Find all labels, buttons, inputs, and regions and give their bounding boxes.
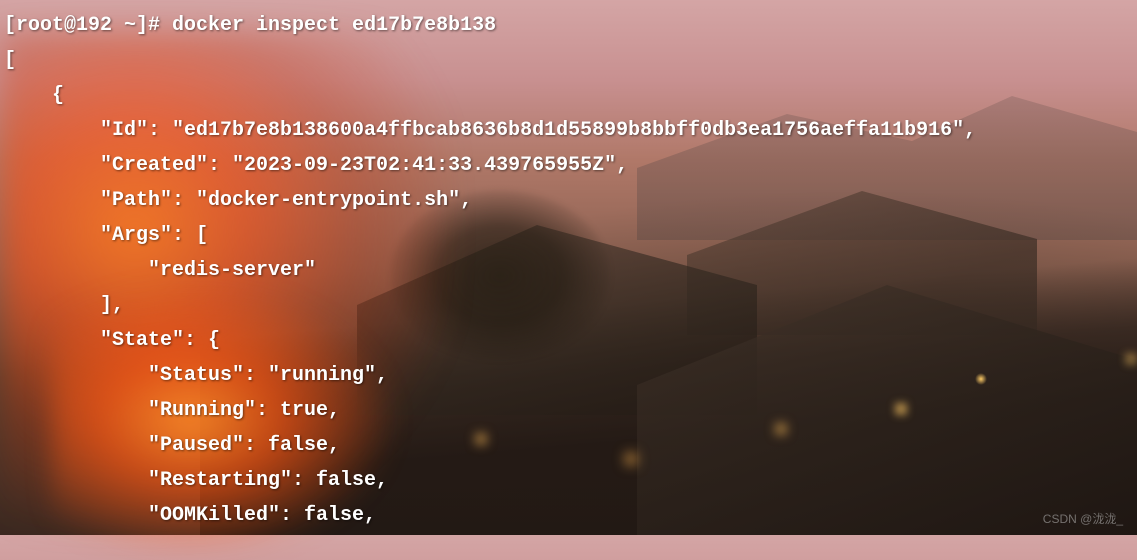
json-args-value: "redis-server" — [4, 259, 316, 282]
json-args-open: "Args": [ — [4, 224, 208, 247]
json-created-field: "Created": "2023-09-23T02:41:33.43976595… — [4, 154, 628, 177]
json-restarting-field: "Restarting": false, — [4, 469, 388, 492]
json-oomkilled-field: "OOMKilled": false, — [4, 504, 376, 527]
shell-prompt: [root@192 ~]# — [4, 14, 172, 37]
json-status-field: "Status": "running", — [4, 364, 388, 387]
terminal-output: [root@192 ~]# docker inspect ed17b7e8b13… — [0, 0, 1137, 541]
watermark-text: CSDN @泷泷_ — [1043, 510, 1123, 527]
json-args-close: ], — [4, 294, 124, 317]
shell-command: docker inspect ed17b7e8b138 — [172, 14, 496, 37]
json-state-open: "State": { — [4, 329, 220, 352]
json-object-open: { — [4, 84, 64, 107]
json-running-field: "Running": true, — [4, 399, 340, 422]
json-open-bracket: [ — [4, 49, 16, 72]
json-paused-field: "Paused": false, — [4, 434, 340, 457]
json-path-field: "Path": "docker-entrypoint.sh", — [4, 189, 472, 212]
json-id-field: "Id": "ed17b7e8b138600a4ffbcab8636b8d1d5… — [4, 119, 976, 142]
